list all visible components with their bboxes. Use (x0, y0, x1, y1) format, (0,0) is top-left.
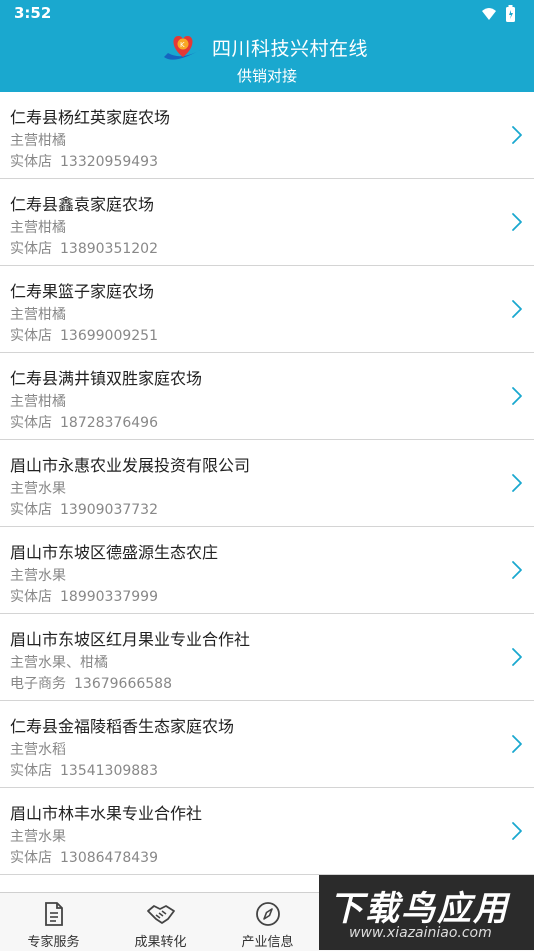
tab-label: 产业信息 (241, 935, 294, 950)
chevron-right-icon (512, 648, 522, 666)
item-name: 仁寿县杨红英家庭农场 (10, 108, 171, 127)
item-name: 眉山市东坡区德盛源生态农庄 (10, 543, 219, 562)
tab-label: 成果转化 (134, 935, 187, 950)
svg-text:K: K (180, 41, 185, 49)
page-subtitle: 供销对接 (236, 67, 297, 85)
app-title: 四川科技兴村在线 (212, 38, 369, 60)
list-item[interactable]: 仁寿县杨红英家庭农场 主营柑橘实体店 13320959493 (0, 92, 534, 179)
list-item[interactable]: 仁寿县鑫袁家庭农场 主营柑橘实体店 13890351202 (0, 179, 534, 266)
tab-label: 专家服务 (27, 935, 80, 950)
watermark-url: www.xiazainiao.com (349, 925, 492, 941)
watermark-text: 下载鸟应用 (329, 889, 509, 929)
chevron-right-icon (512, 561, 522, 579)
item-phone: 13699009251 (60, 328, 158, 344)
tab-expert-service[interactable]: 专家服务 (0, 893, 107, 951)
item-type: 实体店 (10, 763, 52, 779)
supplier-list: 仁寿县杨红英家庭农场 主营柑橘 实体店 13320959493 仁寿县鑫袁家庭农场 主营柑… (0, 92, 534, 892)
item-contact: 实体店 13541309883 (10, 760, 158, 780)
app-header: K 四川科技兴村在线 供销对接 (0, 28, 534, 92)
compass-icon (255, 902, 280, 926)
handshake-icon (146, 905, 175, 924)
item-type: 实体店 (10, 850, 52, 866)
chevron-right-icon (512, 213, 522, 231)
item-type: 电子商务 (10, 676, 66, 692)
item-main-business: 主营水果、柑橘 (10, 655, 108, 671)
item-main-business: 主营水果 (10, 481, 66, 497)
watermark-logo: 下载鸟应用 www.xiazainiao.com (319, 875, 534, 950)
item-name: 眉山市东坡区红月果业专业合作社 (10, 630, 251, 649)
item-contact: 实体店 18990337999 (10, 586, 158, 606)
app-logo-icon: K (164, 35, 202, 60)
chevron-right-icon (512, 300, 522, 318)
item-type: 实体店 (10, 328, 52, 344)
list-item[interactable]: 仁寿县金福陵稻香生态家庭农场 主营水稻实体店 13541309883 (0, 701, 534, 788)
status-time: 3:52 (14, 4, 52, 22)
tab-achievement-transfer[interactable]: 成果转化 (107, 893, 214, 951)
item-contact: 实体店 13890351202 (10, 238, 158, 258)
item-main-business: 主营水果 (10, 568, 66, 584)
item-phone: 13890351202 (60, 241, 158, 257)
item-phone: 13679666588 (74, 676, 172, 692)
item-phone: 13086478439 (60, 850, 158, 866)
item-main-business: 主营水稻 (10, 742, 66, 758)
item-phone: 13541309883 (60, 763, 158, 779)
item-phone: 13909037732 (60, 502, 158, 518)
list-item[interactable]: 仁寿果篮子家庭农场 主营柑橘实体店 13699009251 (0, 266, 534, 353)
chevron-right-icon (512, 387, 522, 405)
item-type: 实体店 (10, 241, 52, 257)
item-main-business: 主营柑橘 (10, 307, 66, 323)
item-name: 眉山市林丰水果专业合作社 (10, 804, 203, 823)
item-contact: 实体店 13699009251 (10, 325, 158, 345)
document-icon (44, 902, 63, 926)
chevron-right-icon (512, 735, 522, 753)
item-main-business: 主营柑橘 (10, 220, 66, 236)
list-item[interactable]: 眉山市林丰水果专业合作社 主营水果实体店 13086478439 (0, 788, 534, 875)
item-type: 实体店 (10, 415, 52, 431)
item-contact: 实体店 13086478439 (10, 847, 158, 867)
list-item[interactable]: 仁寿县满井镇双胜家庭农场 主营柑橘实体店 18728376496 (0, 353, 534, 440)
chevron-right-icon (512, 126, 522, 144)
battery-icon (506, 5, 515, 22)
list-item[interactable]: 眉山市东坡区红月果业专业合作社 主营水果、柑橘 电子商务 13679666588 (0, 614, 534, 701)
item-contact: 电子商务 13679666588 (10, 673, 172, 693)
item-name: 仁寿果篮子家庭农场 (10, 282, 155, 301)
item-phone: 18990337999 (60, 589, 158, 605)
item-name: 仁寿县满井镇双胜家庭农场 (10, 369, 203, 388)
item-main-business: 主营柑橘 (10, 133, 66, 149)
item-phone: 13320959493 (60, 154, 158, 170)
item-main-business: 主营水果 (10, 829, 66, 845)
item-name: 仁寿县鑫袁家庭农场 (10, 195, 155, 214)
item-contact: 实体店 13320959493 (10, 151, 158, 171)
item-name: 仁寿县金福陵稻香生态家庭农场 (10, 717, 235, 736)
list-item[interactable]: 眉山市东坡区德盛源生态农庄 主营水果实体店 18990337999 (0, 527, 534, 614)
chevron-right-icon (512, 474, 522, 492)
wifi-icon (482, 8, 496, 20)
item-contact: 实体店 13909037732 (10, 499, 158, 519)
chevron-right-icon (512, 822, 522, 840)
item-phone: 18728376496 (60, 415, 158, 431)
item-type: 实体店 (10, 154, 52, 170)
status-bar: 3:52 (0, 0, 534, 28)
item-name: 眉山市永惠农业发展投资有限公司 (10, 456, 251, 475)
status-icons (482, 5, 515, 22)
list-item[interactable]: 眉山市永惠农业发展投资有限公司 主营水果实体店 13909037732 (0, 440, 534, 527)
item-type: 实体店 (10, 589, 52, 605)
item-main-business: 主营柑橘 (10, 394, 66, 410)
item-type: 实体店 (10, 502, 52, 518)
tab-industry-info[interactable]: 产业信息 (214, 893, 321, 951)
item-contact: 实体店 18728376496 (10, 412, 158, 432)
